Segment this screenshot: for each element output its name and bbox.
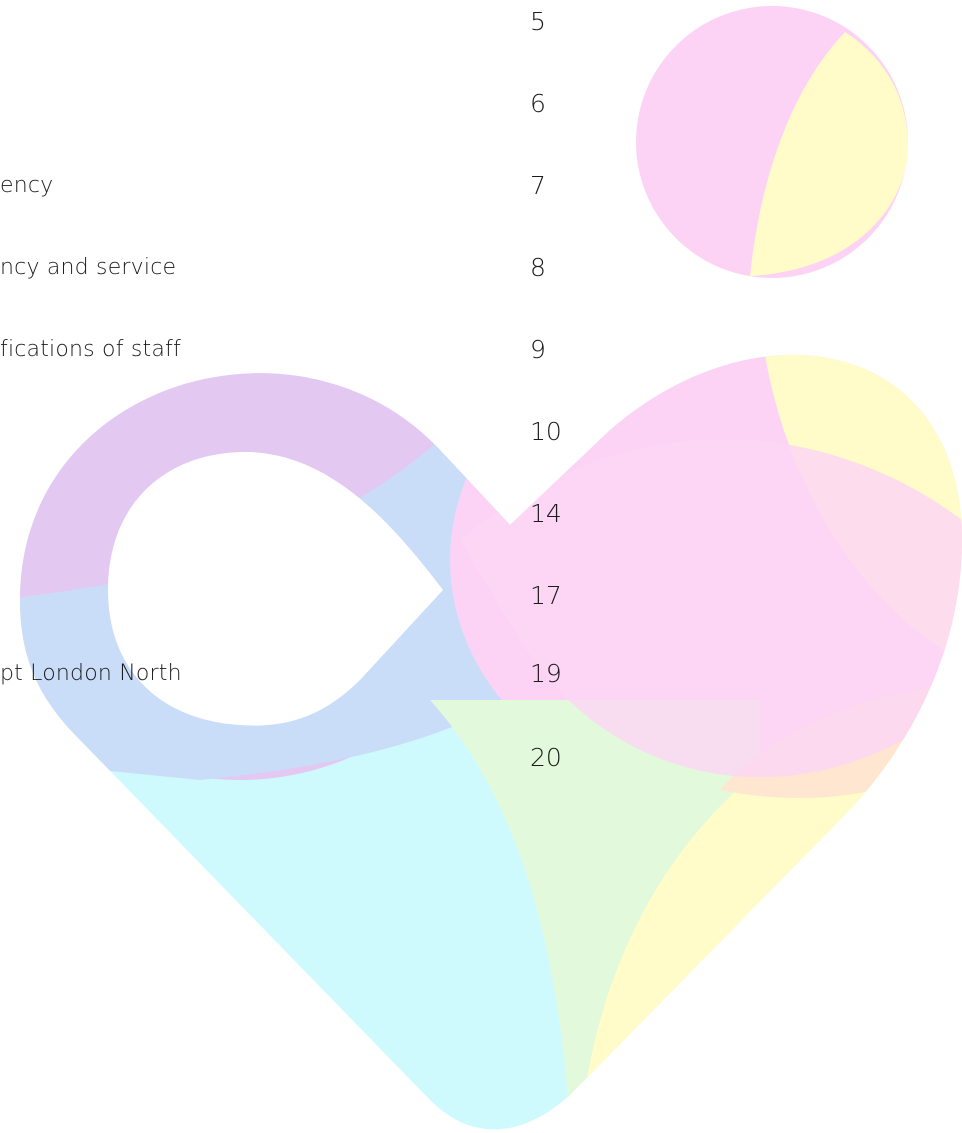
toc-entry[interactable]: 5 [0, 2, 600, 42]
toc-entry-page: 8 [530, 253, 546, 282]
toc-entry-page: 6 [530, 89, 546, 118]
toc-entry[interactable]: pt London North 19 [0, 654, 600, 694]
toc-entry[interactable]: fications of staff 9 [0, 330, 600, 370]
toc-entry-page: 19 [530, 659, 562, 688]
toc-entry-page: 20 [530, 743, 562, 772]
toc-entry-title: ncy and service [0, 255, 177, 280]
toc-entry[interactable]: 14 [0, 494, 600, 534]
toc-entry[interactable]: ency 7 [0, 166, 600, 206]
toc-entry-page: 14 [530, 499, 562, 528]
toc-entry-title: pt London North [0, 661, 182, 686]
toc-entry-title: fications of staff [0, 337, 181, 362]
toc-entry[interactable]: ncy and service 8 [0, 248, 600, 288]
toc-entry[interactable]: 10 [0, 412, 600, 452]
toc-entry-page: 10 [530, 417, 562, 446]
toc-entry-page: 5 [530, 7, 546, 36]
toc-entry[interactable]: 20 [0, 738, 600, 778]
toc-entry-title: ency [0, 173, 54, 198]
table-of-contents: 5 6 ency 7 ncy and service 8 fications o… [0, 0, 962, 1133]
toc-entry-page: 17 [530, 581, 562, 610]
toc-entry-page: 7 [530, 171, 546, 200]
toc-entry[interactable]: 6 [0, 84, 600, 124]
toc-entry-page: 9 [530, 335, 546, 364]
toc-entry[interactable]: 17 [0, 576, 600, 616]
